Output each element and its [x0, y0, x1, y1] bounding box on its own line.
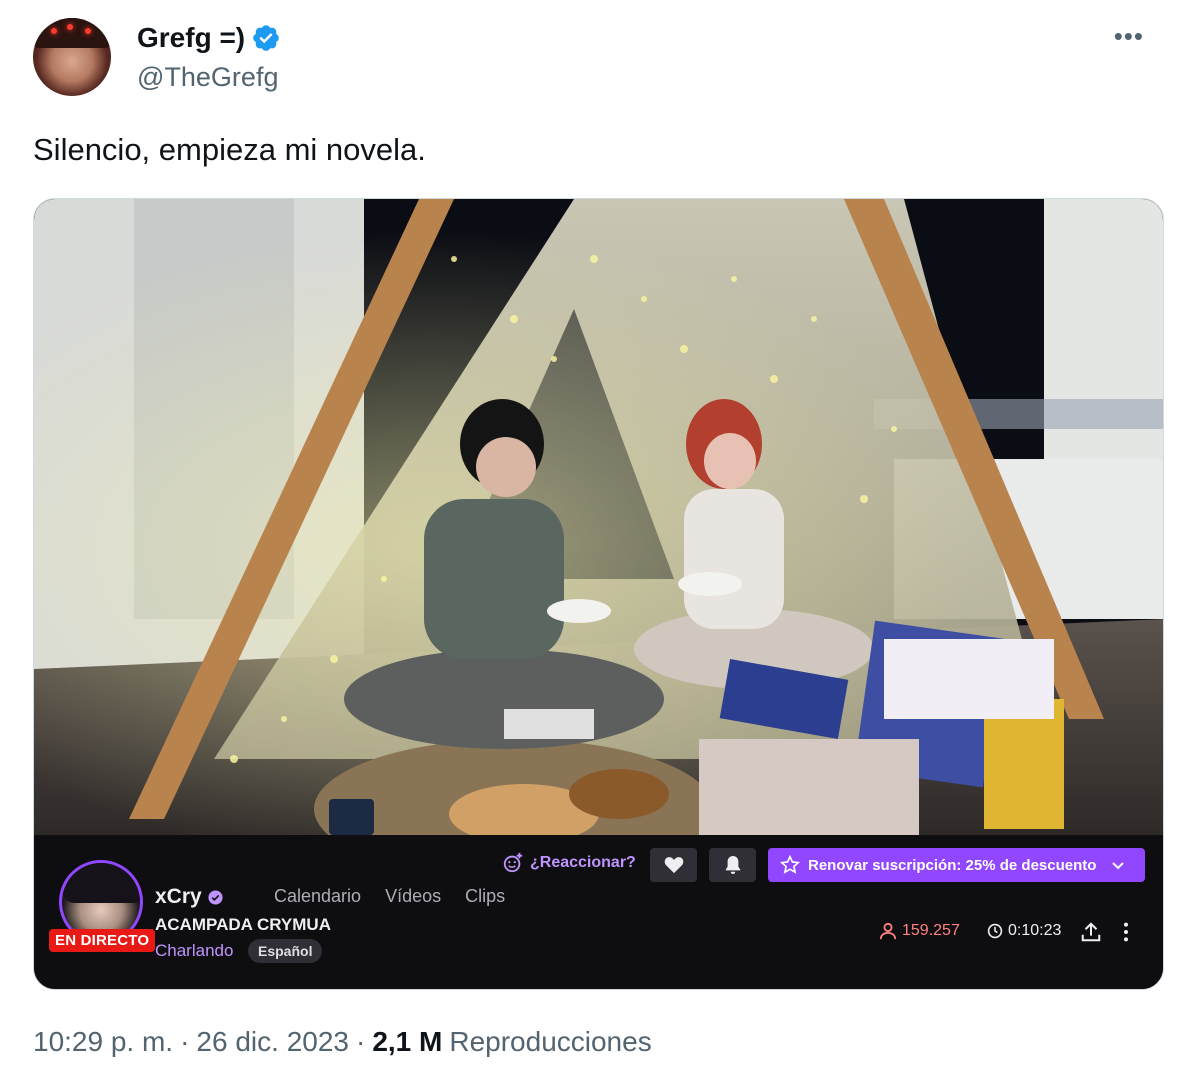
stream-title: ACAMPADA CRYMUA [155, 915, 331, 934]
nav-clips[interactable]: Clips [465, 886, 505, 907]
author-avatar[interactable] [33, 18, 111, 96]
react-emoji-icon [503, 852, 523, 873]
react-label: ¿Reaccionar? [530, 854, 636, 871]
nav-videos[interactable]: Vídeos [385, 886, 441, 907]
uptime-value: 0:10:23 [1008, 922, 1062, 939]
renew-label: Renovar suscripción: 25% de descuento [808, 856, 1097, 874]
more-vertical-icon[interactable] [1115, 921, 1137, 943]
more-options-icon[interactable]: ••• [1114, 23, 1144, 49]
author-handle[interactable]: @TheGrefg [137, 62, 278, 93]
meta-separator: · [356, 1026, 366, 1057]
star-icon [780, 855, 800, 874]
heart-icon [664, 857, 683, 874]
views-count: 2,1 M [372, 1026, 443, 1057]
partner-verified-icon [208, 889, 223, 905]
channel-name-row[interactable]: xCry [155, 885, 223, 909]
tweet-meta: 10:29 p. m. · 26 dic. 2023 · 2,1 M Repro… [33, 1026, 652, 1058]
clock-icon [987, 923, 1003, 939]
viewer-count: 159.257 [879, 922, 960, 940]
author-display-name[interactable]: Grefg =) [137, 22, 245, 54]
react-button[interactable]: ¿Reaccionar? [502, 852, 636, 874]
author-name-row[interactable]: Grefg =) [137, 22, 281, 54]
chevron-down-icon [1112, 862, 1125, 870]
tweet-time[interactable]: 10:29 p. m. [33, 1026, 173, 1058]
viewer-count-value: 159.257 [902, 922, 960, 939]
viewers-person-icon [879, 922, 897, 940]
tweet-media[interactable]: EN DIRECTO xCry Calendario Vídeos Clips … [33, 198, 1164, 990]
bell-icon [725, 856, 740, 874]
tweet-date[interactable]: 26 dic. 2023 [196, 1026, 349, 1058]
meta-separator: · [180, 1026, 190, 1057]
follow-heart-button[interactable] [650, 848, 697, 882]
stream-info-bar: EN DIRECTO xCry Calendario Vídeos Clips … [34, 835, 1163, 989]
verified-badge-icon [253, 25, 279, 51]
channel-nav: Calendario Vídeos Clips [274, 886, 505, 907]
views-label: Reproducciones [449, 1026, 652, 1057]
renew-subscription-button[interactable]: Renovar suscripción: 25% de descuento [768, 848, 1145, 882]
tweet-text: Silencio, empieza mi novela. [33, 132, 426, 167]
nav-calendar[interactable]: Calendario [274, 886, 361, 907]
live-badge: EN DIRECTO [49, 929, 156, 952]
notifications-button[interactable] [709, 848, 756, 882]
stream-uptime: 0:10:23 [987, 922, 1061, 940]
video-frame-image [34, 199, 1163, 835]
channel-name[interactable]: xCry [155, 885, 202, 909]
share-icon[interactable] [1080, 921, 1102, 943]
stream-language-tag[interactable]: Español [248, 939, 323, 963]
stream-category[interactable]: Charlando [155, 941, 233, 961]
